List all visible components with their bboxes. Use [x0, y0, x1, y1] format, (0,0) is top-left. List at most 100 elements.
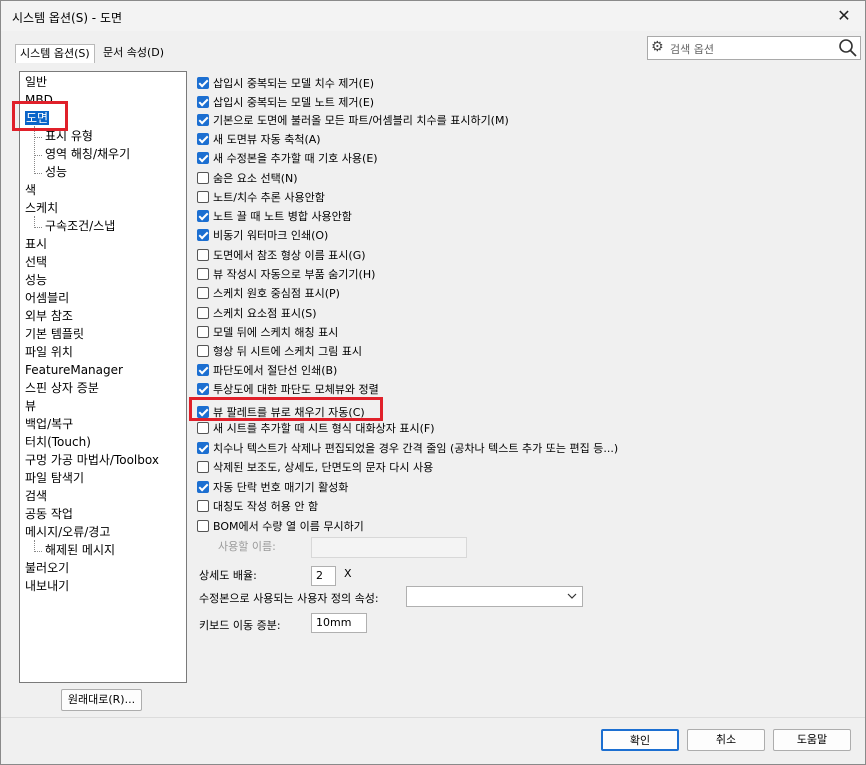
tree-connector: [34, 173, 42, 174]
tab-document-properties[interactable]: 문서 속성(D): [99, 44, 168, 62]
tab-system-options[interactable]: 시스템 옵션(S): [15, 44, 95, 63]
option-checkbox[interactable]: [197, 520, 209, 532]
tree-item[interactable]: 기본 템플릿: [25, 326, 84, 342]
chevron-down-icon: [567, 593, 577, 599]
tree-item[interactable]: 해제된 메시지: [45, 542, 115, 558]
tree-item-label: 메시지/오류/경고: [25, 525, 111, 539]
option-label: 도면에서 참조 형상 이름 표시(G): [213, 249, 366, 262]
option-label: 노트 끌 때 노트 병합 사용안함: [213, 210, 352, 223]
option-label: 삭제된 보조도, 상세도, 단면도의 문자 다시 사용: [213, 461, 434, 474]
option-label: 대칭도 작성 허용 안 함: [213, 500, 319, 513]
option-checkbox[interactable]: [197, 307, 209, 319]
option-checkbox[interactable]: [197, 210, 209, 222]
option-checkbox[interactable]: [197, 442, 209, 454]
tree-connector: [34, 137, 42, 138]
tree-item[interactable]: 구멍 가공 마법사/Toolbox: [25, 452, 159, 468]
option-label: 새 수정본을 추가할 때 기호 사용(E): [213, 152, 378, 165]
gear-icon: ⚙: [651, 39, 664, 55]
option-label: 기본으로 도면에 불러올 모든 파트/어셈블리 치수를 표시하기(M): [213, 114, 509, 127]
tree-item[interactable]: 스핀 상자 증분: [25, 380, 99, 396]
option-checkbox[interactable]: [197, 114, 209, 126]
option-checkbox[interactable]: [197, 287, 209, 299]
custom-prop-select[interactable]: [406, 586, 583, 607]
close-icon[interactable]: ✕: [833, 6, 855, 26]
tree-item[interactable]: 파일 탐색기: [25, 470, 84, 486]
option-checkbox[interactable]: [197, 152, 209, 164]
reset-button[interactable]: 원래대로(R)...: [61, 689, 142, 711]
tree-item-label: 터치(Touch): [25, 435, 91, 449]
tree-item[interactable]: 일반: [25, 74, 47, 90]
tree-item[interactable]: 뷰: [25, 398, 36, 414]
window-title: 시스템 옵션(S) - 도면: [12, 11, 123, 25]
tree-item-label: 표시 유형: [45, 129, 93, 143]
keyboard-step-input[interactable]: 10mm: [311, 613, 367, 633]
option-label: 새 도면뷰 자동 축척(A): [213, 133, 321, 146]
tree-item[interactable]: 성능: [45, 164, 67, 180]
option-label: 자동 단락 번호 매기기 활성화: [213, 481, 349, 494]
tree-connector: [34, 126, 35, 174]
tree-item[interactable]: 터치(Touch): [25, 434, 91, 450]
option-label: 숨은 요소 선택(N): [213, 172, 298, 185]
option-checkbox[interactable]: [197, 77, 209, 89]
tree-item[interactable]: 검색: [25, 488, 47, 504]
option-checkbox[interactable]: [197, 481, 209, 493]
tree-item[interactable]: 선택: [25, 254, 47, 270]
options-tree[interactable]: 일반 MBD 도면 표시 유형 영역 해칭/채우기 성능 색 스케치 구속조건/스냅 표시 선택 성능…: [19, 71, 187, 683]
tree-connector: [34, 216, 35, 228]
tree-item[interactable]: 백업/복구: [25, 416, 73, 432]
option-checkbox[interactable]: [197, 422, 209, 434]
option-checkbox[interactable]: [197, 364, 209, 376]
tree-item[interactable]: 파일 위치: [25, 344, 73, 360]
ok-button[interactable]: 확인: [601, 729, 679, 751]
qty-name-input[interactable]: [311, 537, 467, 558]
tree-item[interactable]: 색: [25, 182, 36, 198]
tree-item-label: 파일 탐색기: [25, 471, 85, 485]
tree-item[interactable]: 어셈블리: [25, 290, 69, 306]
tree-item[interactable]: 불러오기: [25, 560, 69, 576]
tree-item-label: 스케치: [25, 201, 59, 215]
tree-item[interactable]: 스케치: [25, 200, 58, 216]
option-checkbox[interactable]: [197, 249, 209, 261]
option-label: 투상도에 대한 파단도 모체뷰와 정렬: [213, 383, 379, 396]
help-button[interactable]: 도움말: [773, 729, 851, 751]
tree-item-label: 뷰: [25, 399, 37, 413]
search-options-box[interactable]: ⚙ 검색 옵션: [647, 36, 861, 60]
detail-scale-label: 상세도 배율:: [199, 569, 257, 582]
tree-item[interactable]: 표시: [25, 236, 47, 252]
option-checkbox[interactable]: [197, 461, 209, 473]
option-label: 삽입시 중복되는 모델 노트 제거(E): [213, 96, 375, 109]
option-checkbox[interactable]: [197, 229, 209, 241]
tree-item-label: 구멍 가공 마법사/Toolbox: [25, 453, 159, 467]
tree-connector: [34, 155, 42, 156]
tree-item-label: 내보내기: [25, 579, 70, 593]
tree-item[interactable]: 공동 작업: [25, 506, 73, 522]
detail-scale-input[interactable]: 2: [311, 566, 336, 586]
option-checkbox[interactable]: [197, 326, 209, 338]
option-checkbox[interactable]: [197, 268, 209, 280]
tree-item-label: 어셈블리: [25, 291, 70, 305]
tree-connector: [34, 540, 35, 552]
search-icon[interactable]: [838, 38, 858, 58]
option-checkbox[interactable]: [197, 500, 209, 512]
option-checkbox[interactable]: [197, 133, 209, 145]
tree-item-label: 스핀 상자 증분: [25, 381, 99, 395]
option-checkbox[interactable]: [197, 172, 209, 184]
option-checkbox[interactable]: [197, 96, 209, 108]
tree-connector: [34, 551, 42, 552]
tree-item[interactable]: FeatureManager: [25, 362, 123, 378]
tree-item[interactable]: 구속조건/스냅: [45, 218, 115, 234]
tree-item-label: 색: [25, 183, 37, 197]
tree-item[interactable]: 성능: [25, 272, 47, 288]
tree-item[interactable]: 외부 참조: [25, 308, 73, 324]
option-checkbox[interactable]: [197, 383, 209, 395]
tree-item-label: 표시: [25, 237, 48, 251]
system-options-dialog: 시스템 옵션(S) - 도면 ✕ 시스템 옵션(S) 문서 속성(D) ⚙ 검색…: [0, 0, 866, 765]
tree-item[interactable]: 영역 해칭/채우기: [45, 146, 130, 162]
tree-item[interactable]: 내보내기: [25, 578, 69, 594]
option-checkbox[interactable]: [197, 191, 209, 203]
cancel-button[interactable]: 취소: [687, 729, 765, 751]
option-checkbox[interactable]: [197, 345, 209, 357]
option-label: 비동기 워터마크 인쇄(O): [213, 229, 329, 242]
tree-item[interactable]: 메시지/오류/경고: [25, 524, 110, 540]
keyboard-step-label: 키보드 이동 증분:: [199, 619, 281, 632]
